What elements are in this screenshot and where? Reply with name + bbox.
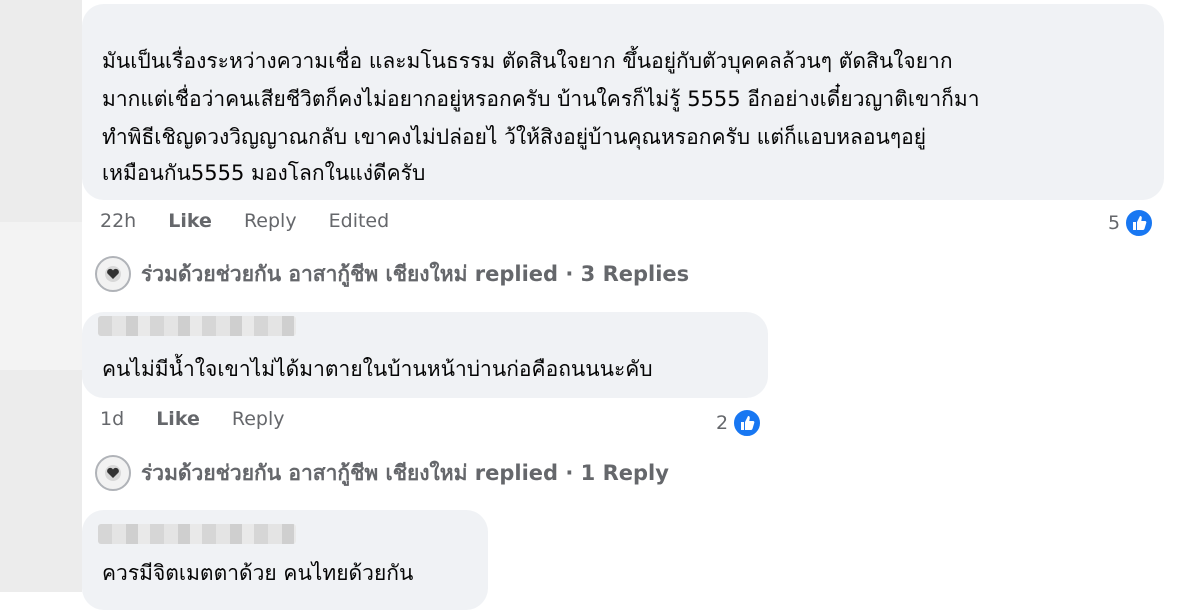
view-replies-link[interactable]: ร่วมด้วยช่วยกัน อาสากู้ชีพ เชียงใหม่ rep… [95,256,689,292]
left-panel-strip [0,0,82,592]
like-thumb-icon [732,408,763,438]
heart-badge-avatar-icon [95,256,131,292]
edited-label[interactable]: Edited [329,210,390,232]
reply-button[interactable]: Reply [232,408,285,430]
comment-text-line: ทำพิธีเชิญดวงวิญญาณกลับ เขาคงไม่ปล่อยไ ว… [102,125,927,149]
comment-actions: 22h Like Reply Edited [100,210,415,232]
author-name-redacted[interactable] [98,524,296,544]
comment-text-line: ควรมีจิตเมตตาด้วย คนไทยด้วยกัน [102,561,414,585]
reaction-count: 5 [1108,212,1121,234]
author-name-redacted[interactable] [98,316,296,336]
like-button[interactable]: Like [168,210,212,232]
comment-text-line: เหมือนกัน5555 มองโลกในแง่ดีครับ [102,161,426,185]
heart-badge-avatar-icon [95,455,131,491]
reaction-summary[interactable]: 5 [1108,208,1155,238]
comment-bubble: มันเป็นเรื่องระหว่างความเชื่อ และมโนธรรม… [82,4,1164,200]
comment-time[interactable]: 22h [100,210,136,232]
comment-time[interactable]: 1d [100,408,124,430]
like-button[interactable]: Like [156,408,200,430]
replies-text: ร่วมด้วยช่วยกัน อาสากู้ชีพ เชียงใหม่ rep… [141,460,669,485]
comment-bubble: คนไม่มีน้ำใจเขาไม่ได้มาตายในบ้านหน้าบ่าน… [82,312,768,398]
comment-bubble: ควรมีจิตเมตตาด้วย คนไทยด้วยกัน [82,510,488,610]
view-replies-link[interactable]: ร่วมด้วยช่วยกัน อาสากู้ชีพ เชียงใหม่ rep… [95,455,669,491]
comment-actions: 1d Like Reply [100,408,311,430]
comment-text-line: คนไม่มีน้ำใจเขาไม่ได้มาตายในบ้านหน้าบ่าน… [102,357,653,381]
replies-text: ร่วมด้วยช่วยกัน อาสากู้ชีพ เชียงใหม่ rep… [141,261,690,286]
like-thumb-icon [1124,208,1155,238]
reply-button[interactable]: Reply [244,210,297,232]
comment-text-line: มันเป็นเรื่องระหว่างความเชื่อ และมโนธรรม… [102,49,953,73]
left-strip-shade [0,222,82,370]
comment-text-line: มากแต่เชื่อว่าคนเสียชีวิตก็คงไม่อยากอยู่… [102,87,980,111]
reaction-summary[interactable]: 2 [716,408,763,438]
reaction-count: 2 [716,412,729,434]
